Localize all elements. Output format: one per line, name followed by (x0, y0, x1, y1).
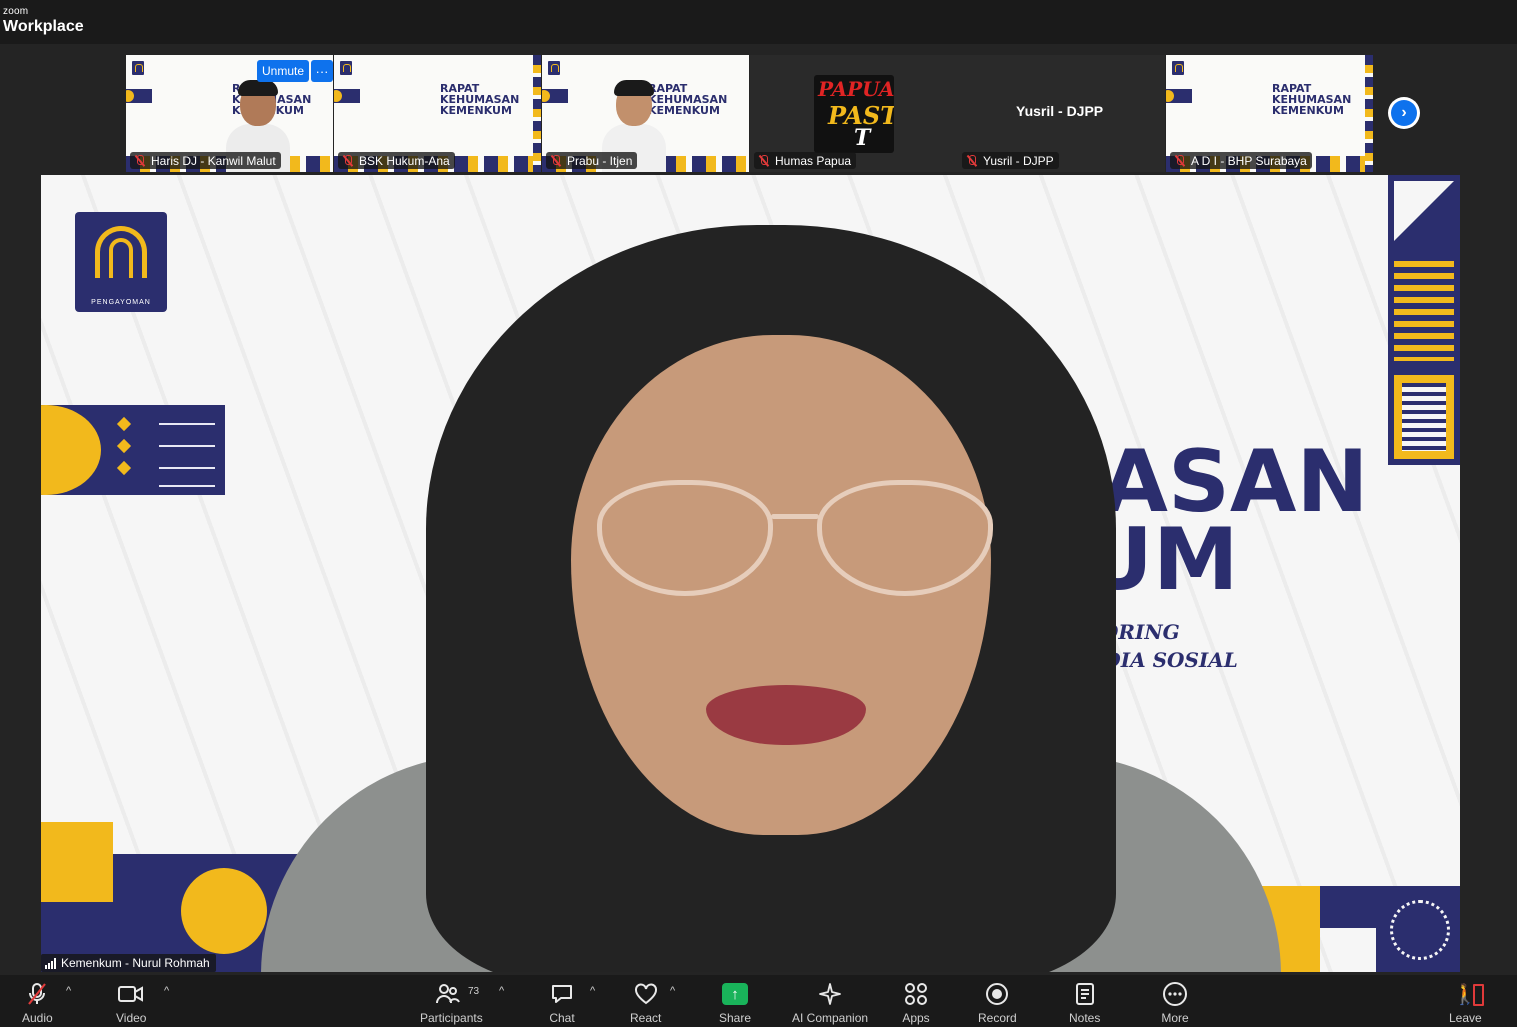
mic-muted-icon (966, 154, 977, 167)
participants-options-caret-icon[interactable]: ^ (499, 985, 504, 997)
slide-decoration (533, 55, 541, 172)
audio-button[interactable]: Audio (22, 981, 53, 1025)
react-button[interactable]: React (630, 981, 661, 1025)
chat-button[interactable]: Chat (548, 981, 576, 1025)
mic-muted-icon (342, 154, 353, 167)
participant-tile[interactable]: RAPAT KEHUMASAN KEMENKUM BSK Hukum-Ana (334, 55, 542, 172)
apps-icon (902, 981, 930, 1007)
participant-name-label: BSK Hukum-Ana (338, 152, 455, 169)
mic-muted-icon (758, 154, 769, 167)
share-screen-icon: ↑ (722, 983, 749, 1005)
react-label: React (630, 1011, 662, 1025)
participants-count: 73 (468, 986, 480, 997)
video-button[interactable]: Video (116, 981, 146, 1025)
slide-decoration (1365, 55, 1373, 172)
app-title: Workplace (3, 18, 84, 35)
participant-strip: RAPAT KEHUMASAN KEMENKUM Unmute ··· Hari… (126, 55, 1374, 172)
audio-label: Audio (22, 1011, 53, 1025)
kemenkum-logo-icon (340, 61, 352, 75)
participant-name-label: Humas Papua (754, 152, 857, 169)
react-options-caret-icon[interactable]: ^ (670, 985, 675, 997)
slide-title: RAPAT KEHUMASAN KEMENKUM (1272, 82, 1352, 117)
participant-name: Yusril - DJPP (983, 153, 1054, 168)
kemenkum-logo-icon (1172, 61, 1184, 75)
slide-title: RAPAT KEHUMASAN KEMENKUM (440, 82, 520, 117)
active-speaker-video[interactable]: PENGAYOMAN AT UMASAN NKUM ONITORING & ME… (41, 175, 1460, 972)
slide-decoration (126, 89, 152, 103)
apps-label: Apps (902, 1011, 930, 1025)
slide-decoration (1250, 886, 1460, 972)
more-label: More (1161, 1011, 1189, 1025)
logo-text: T (854, 125, 871, 151)
participant-name: BSK Hukum-Ana (359, 153, 450, 168)
kemenkum-logo-icon: PENGAYOMAN (75, 212, 167, 312)
record-button[interactable]: Record (978, 981, 1017, 1025)
participant-display-name: Yusril - DJPP (1016, 103, 1104, 119)
ai-companion-label: AI Companion (792, 1011, 869, 1025)
mic-muted-icon (134, 154, 145, 167)
chat-icon (548, 981, 576, 1007)
notes-icon (1071, 981, 1099, 1007)
share-label: Share (719, 1011, 752, 1025)
participant-name-label: Yusril - DJPP (962, 152, 1059, 169)
humas-papua-avatar: PAPUA PAST T (814, 75, 894, 153)
more-button[interactable]: More (1161, 981, 1189, 1025)
participants-label: Participants (420, 1011, 483, 1025)
slide-decoration (542, 89, 568, 103)
participant-name: Haris DJ - Kanwil Malut (151, 153, 276, 168)
leave-icon: 🚶 (1452, 983, 1484, 1006)
mic-muted-icon (550, 154, 561, 167)
leave-label: Leave (1449, 1011, 1482, 1025)
slide-decoration (1166, 89, 1192, 103)
participant-name: Humas Papua (775, 153, 852, 168)
unmute-button[interactable]: Unmute (257, 60, 309, 82)
logo-caption: PENGAYOMAN (91, 299, 151, 306)
heart-icon (632, 981, 660, 1007)
video-label: Video (116, 1011, 147, 1025)
record-icon (986, 983, 1009, 1005)
participant-name-label: Haris DJ - Kanwil Malut (130, 152, 281, 169)
slide-decoration (41, 405, 225, 495)
speaker-glasses (597, 480, 997, 600)
participant-tile[interactable]: PAPUA PAST T Yusril - DJPP Humas Papua Y… (750, 55, 1166, 172)
notes-label: Notes (1069, 1011, 1101, 1025)
zoom-brand: zoom (3, 6, 29, 17)
speaker-name: Kemenkum - Nurul Rohmah (61, 956, 210, 970)
next-page-button[interactable]: › (1388, 97, 1420, 129)
record-label: Record (978, 1011, 1017, 1025)
speaker-name-label: Kemenkum - Nurul Rohmah (41, 954, 216, 972)
participant-name: A D I - BHP Surabaya (1191, 153, 1307, 168)
mic-muted-icon (1174, 154, 1185, 167)
more-dots-icon (1161, 981, 1189, 1007)
participant-name-label: A D I - BHP Surabaya (1170, 152, 1312, 169)
participant-tile[interactable]: RAPAT KEHUMASAN KEMENKUM Prabu - Itjen (542, 55, 750, 172)
audio-options-caret-icon[interactable]: ^ (66, 985, 71, 997)
chevron-right-icon: › (1391, 100, 1417, 126)
signal-strength-icon (45, 957, 56, 969)
slide-decoration (334, 89, 360, 103)
logo-text: PAPUA (818, 77, 894, 101)
kemenkum-logo-icon (548, 61, 560, 75)
title-bar: zoom Workplace (0, 0, 1517, 44)
participant-name-label: Prabu - Itjen (546, 152, 638, 169)
video-options-caret-icon[interactable]: ^ (164, 985, 169, 997)
more-options-button[interactable]: ··· (311, 60, 333, 82)
kemenkum-logo-icon (132, 61, 144, 75)
sparkle-icon (816, 981, 844, 1007)
participant-name: Prabu - Itjen (567, 153, 633, 168)
video-camera-icon (117, 981, 145, 1007)
ai-companion-button[interactable]: AI Companion (792, 981, 868, 1025)
participant-tile[interactable]: RAPAT KEHUMASAN KEMENKUM Unmute ··· Hari… (126, 55, 334, 172)
chat-options-caret-icon[interactable]: ^ (590, 985, 595, 997)
leave-button[interactable]: 🚶 Leave (1449, 981, 1484, 1025)
participants-icon (434, 981, 462, 1007)
chat-label: Chat (549, 1011, 575, 1025)
notes-button[interactable]: Notes (1069, 981, 1100, 1025)
mic-muted-icon (23, 981, 51, 1007)
apps-button[interactable]: Apps (902, 981, 930, 1025)
participant-tile[interactable]: RAPAT KEHUMASAN KEMENKUM A D I - BHP Sur… (1166, 55, 1374, 172)
meeting-toolbar: Audio ^ Video ^ Participants 73 ^ Chat ^… (0, 975, 1517, 1027)
share-button[interactable]: ↑ Share (719, 981, 751, 1025)
slide-decoration (1388, 175, 1460, 465)
